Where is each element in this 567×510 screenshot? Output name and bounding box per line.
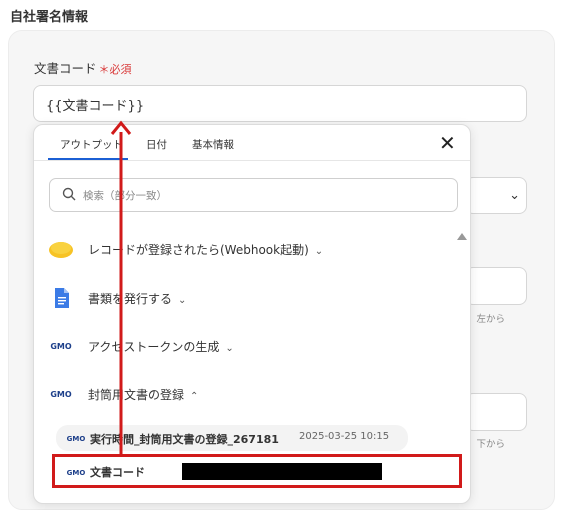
- annotation-arrow: [110, 120, 132, 455]
